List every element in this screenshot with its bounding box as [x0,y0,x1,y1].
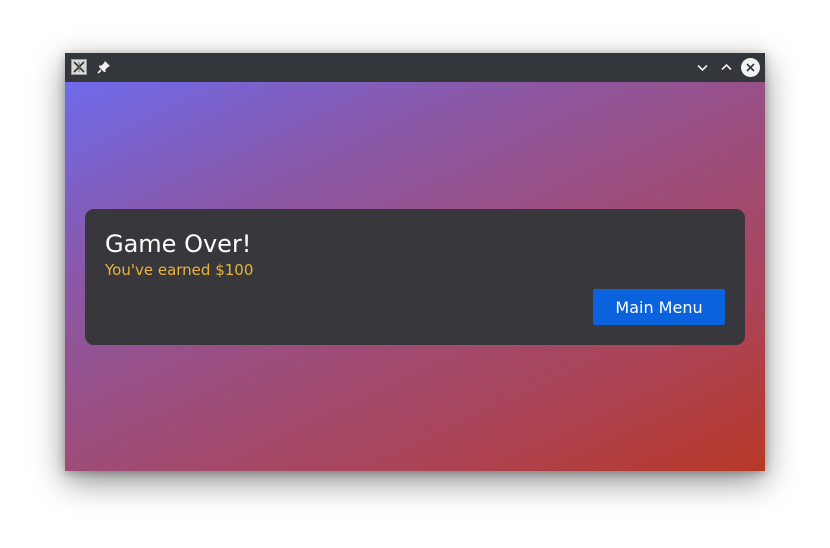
title-bar[interactable] [65,53,765,82]
close-button[interactable] [741,58,760,77]
main-menu-button[interactable]: Main Menu [593,289,725,325]
close-icon [746,63,755,72]
earnings-text: You've earned $100 [105,261,254,279]
app-window: Game Over! You've earned $100 Main Menu [65,53,765,471]
app-icon[interactable] [71,59,87,75]
game-over-card: Game Over! You've earned $100 Main Menu [85,209,745,345]
maximize-button[interactable] [717,58,736,77]
minimize-button[interactable] [693,58,712,77]
gradient-background: Game Over! You've earned $100 Main Menu [65,82,765,471]
game-over-title: Game Over! [105,230,252,258]
chevron-up-icon [721,63,732,71]
pin-icon[interactable] [96,59,112,75]
chevron-down-icon [697,64,708,72]
